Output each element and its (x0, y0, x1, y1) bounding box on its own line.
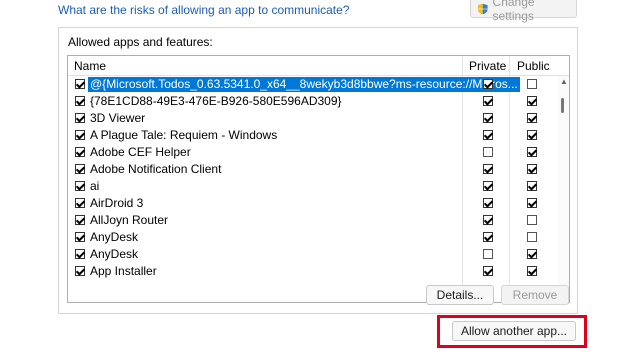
table-row[interactable]: 3D Viewer (68, 110, 558, 127)
private-checkbox[interactable] (483, 249, 493, 259)
remove-button[interactable]: Remove (501, 285, 569, 305)
details-button[interactable]: Details... (426, 285, 494, 305)
public-checkbox[interactable] (527, 164, 537, 174)
public-checkbox[interactable] (527, 215, 537, 225)
public-checkbox[interactable] (527, 79, 537, 89)
private-checkbox[interactable] (483, 181, 493, 191)
app-name: AirDroid 3 (90, 196, 144, 210)
private-checkbox[interactable] (483, 232, 493, 242)
enabled-checkbox[interactable] (75, 113, 85, 123)
app-name: ai (90, 179, 100, 193)
enabled-checkbox[interactable] (75, 79, 85, 89)
public-checkbox[interactable] (527, 232, 537, 242)
private-checkbox[interactable] (483, 215, 493, 225)
private-checkbox[interactable] (483, 147, 493, 157)
private-checkbox[interactable] (483, 266, 493, 276)
vertical-scrollbar[interactable]: ▲ ▼ (558, 76, 569, 302)
list-header: Name Private Public (68, 56, 569, 76)
public-checkbox[interactable] (527, 266, 537, 276)
highlight-box (437, 315, 587, 348)
scroll-up-icon[interactable]: ▲ (560, 78, 568, 86)
app-name: {78E1CD88-49E3-476E-B926-580E596AD309} (90, 94, 342, 108)
table-row[interactable]: AnyDesk (68, 246, 558, 263)
allowed-apps-label: Allowed apps and features: (68, 35, 213, 49)
table-row[interactable]: AnyDesk (68, 229, 558, 246)
app-name: A Plague Tale: Requiem - Windows (90, 128, 278, 142)
app-name: 3D Viewer (90, 111, 146, 125)
private-checkbox[interactable] (483, 113, 493, 123)
app-rows: @{Microsoft.Todos_0.63.5341.0_x64__8weky… (68, 76, 558, 280)
private-checkbox[interactable] (483, 96, 493, 106)
private-checkbox[interactable] (483, 198, 493, 208)
enabled-checkbox[interactable] (75, 249, 85, 259)
enabled-checkbox[interactable] (75, 232, 85, 242)
uac-shield-icon (477, 3, 488, 14)
app-name: AnyDesk (90, 230, 139, 244)
public-checkbox[interactable] (527, 130, 537, 140)
public-checkbox[interactable] (527, 147, 537, 157)
scroll-thumb[interactable] (561, 98, 564, 113)
private-checkbox[interactable] (483, 130, 493, 140)
allowed-apps-group: Allowed apps and features: Name Private … (58, 27, 578, 314)
app-name: AllJoyn Router (90, 213, 169, 227)
table-row[interactable]: AllJoyn Router (68, 212, 558, 229)
table-row[interactable]: AirDroid 3 (68, 195, 558, 212)
table-row[interactable]: Adobe CEF Helper (68, 144, 558, 161)
risks-link[interactable]: What are the risks of allowing an app to… (58, 3, 349, 17)
app-name: App Installer (90, 264, 157, 278)
enabled-checkbox[interactable] (75, 215, 85, 225)
app-name: @{Microsoft.Todos_0.63.5341.0_x64__8weky… (88, 77, 520, 92)
app-name: AnyDesk (90, 247, 139, 261)
change-settings-button[interactable]: Change settings (470, 0, 577, 23)
private-checkbox[interactable] (483, 164, 493, 174)
column-header-private[interactable]: Private (469, 59, 506, 73)
public-checkbox[interactable] (527, 181, 537, 191)
enabled-checkbox[interactable] (75, 130, 85, 140)
app-name: Adobe Notification Client (90, 162, 222, 176)
change-settings-label: Change settings (492, 0, 535, 23)
public-checkbox[interactable] (527, 249, 537, 259)
enabled-checkbox[interactable] (75, 96, 85, 106)
private-checkbox[interactable] (483, 79, 493, 89)
enabled-checkbox[interactable] (75, 266, 85, 276)
table-row[interactable]: Adobe Notification Client (68, 161, 558, 178)
table-row[interactable]: @{Microsoft.Todos_0.63.5341.0_x64__8weky… (68, 76, 558, 93)
column-header-public[interactable]: Public (517, 59, 550, 73)
enabled-checkbox[interactable] (75, 164, 85, 174)
app-name: Adobe CEF Helper (90, 145, 191, 159)
table-row[interactable]: A Plague Tale: Requiem - Windows (68, 127, 558, 144)
enabled-checkbox[interactable] (75, 181, 85, 191)
enabled-checkbox[interactable] (75, 198, 85, 208)
public-checkbox[interactable] (527, 96, 537, 106)
allowed-apps-list[interactable]: Name Private Public @{Microsoft.Todos_0.… (67, 55, 570, 303)
table-row[interactable]: {78E1CD88-49E3-476E-B926-580E596AD309} (68, 93, 558, 110)
public-checkbox[interactable] (527, 113, 537, 123)
table-row[interactable]: ai (68, 178, 558, 195)
enabled-checkbox[interactable] (75, 147, 85, 157)
table-row[interactable]: App Installer (68, 263, 558, 280)
public-checkbox[interactable] (527, 198, 537, 208)
column-header-name[interactable]: Name (74, 59, 106, 73)
